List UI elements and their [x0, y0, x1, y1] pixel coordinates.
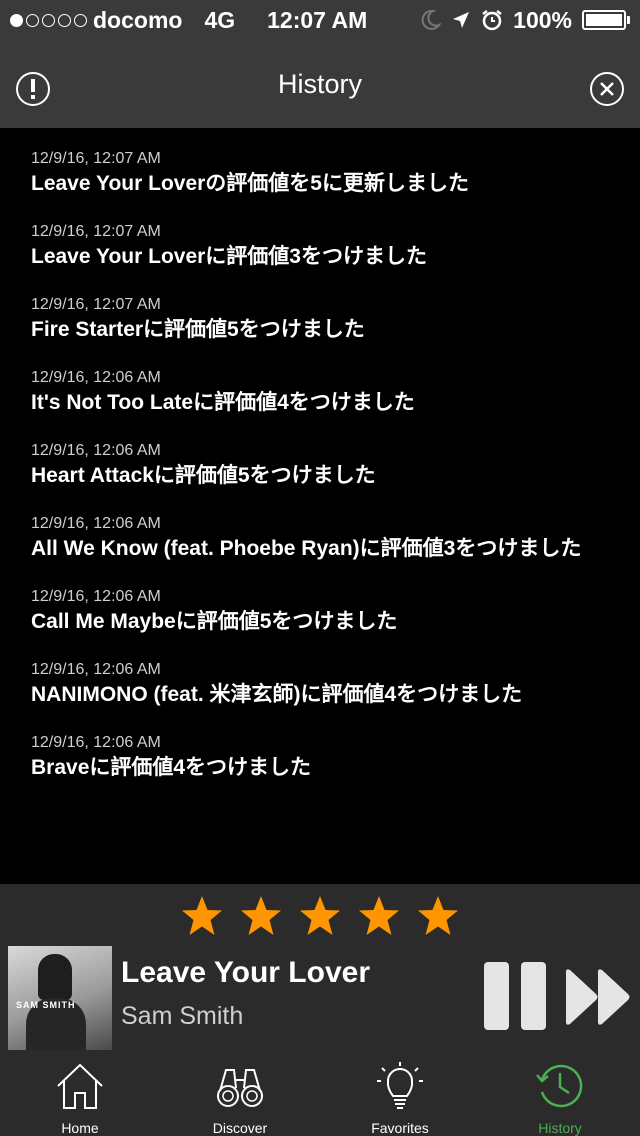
fast-forward-icon[interactable] — [562, 966, 634, 1028]
history-entry[interactable]: 12/9/16, 12:06 AM Heart Attackに評価値5をつけました — [31, 442, 616, 490]
tab-label: Discover — [212, 1120, 268, 1136]
signal-dot — [74, 13, 87, 27]
signal-strength-icon — [10, 13, 87, 27]
moon-icon — [421, 9, 442, 30]
star-icon[interactable] — [239, 894, 283, 938]
tab-home[interactable]: Home — [0, 1054, 160, 1136]
history-entry-date: 12/9/16, 12:06 AM — [31, 369, 161, 386]
rating-stars[interactable] — [0, 894, 640, 938]
status-time: 12:07 AM — [267, 6, 368, 33]
home-icon — [57, 1063, 103, 1109]
close-icon[interactable] — [590, 72, 624, 106]
history-entry-date: 12/9/16, 12:07 AM — [31, 150, 161, 167]
history-entry-date: 12/9/16, 12:06 AM — [31, 734, 161, 751]
location-arrow-icon — [453, 12, 470, 28]
star-icon[interactable] — [416, 894, 460, 938]
history-entry-date: 12/9/16, 12:06 AM — [31, 661, 161, 678]
tab-label: Favorites — [371, 1120, 429, 1136]
history-entry[interactable]: 12/9/16, 12:06 AM It's Not Too Lateに評価値4を… — [31, 369, 616, 417]
tab-label: Home — [61, 1120, 99, 1136]
tab-favorites[interactable]: Favorites — [320, 1054, 480, 1136]
lightbulb-icon — [377, 1062, 423, 1109]
page-title: History — [277, 68, 362, 99]
tab-label: History — [538, 1120, 582, 1136]
album-artwork[interactable]: SAM SMITH — [8, 946, 112, 1050]
history-entry[interactable]: 12/9/16, 12:06 AM Braveに評価値4をつけました — [31, 734, 616, 782]
track-title: Leave Your Lover — [121, 956, 370, 989]
history-entry-text: Call Me Maybeに評価値5をつけました — [31, 610, 398, 633]
signal-dot — [58, 13, 71, 27]
pause-icon — [484, 962, 509, 1030]
pause-button[interactable] — [484, 962, 546, 1032]
history-entry-text: NANIMONO (feat. 米津玄師)に評価値4をつけました — [31, 683, 523, 706]
album-art-label: SAM SMITH — [16, 1000, 76, 1010]
history-clock-icon — [536, 1064, 583, 1108]
history-entry-date: 12/9/16, 12:06 AM — [31, 515, 161, 532]
history-entry-date: 12/9/16, 12:07 AM — [31, 296, 161, 313]
status-bar: docomo 4G 12:07 AM 100% — [0, 0, 640, 40]
history-entry[interactable]: 12/9/16, 12:06 AM All We Know (feat. Phoe… — [31, 515, 616, 563]
tab-bar: Home Discover Favorites History — [0, 1054, 640, 1136]
navigation-bar: History — [0, 40, 640, 128]
alarm-clock-icon — [482, 10, 502, 31]
history-entry-text: It's Not Too Lateに評価値4をつけました — [31, 391, 415, 414]
carrier-name: docomo — [93, 6, 183, 33]
history-entry-text: Fire Starterに評価値5をつけました — [31, 318, 365, 341]
star-icon[interactable] — [357, 894, 401, 938]
history-entry-date: 12/9/16, 12:06 AM — [31, 442, 161, 459]
history-entry[interactable]: 12/9/16, 12:06 AM NANIMONO (feat. 米津玄師)に評… — [31, 661, 616, 709]
signal-dot — [26, 13, 39, 27]
history-entry-text: Heart Attackに評価値5をつけました — [31, 464, 376, 487]
star-icon[interactable] — [180, 894, 224, 938]
now-playing-panel: SAM SMITH Leave Your Lover Sam Smith — [0, 884, 640, 1054]
tab-discover[interactable]: Discover — [160, 1054, 320, 1136]
history-entry[interactable]: 12/9/16, 12:07 AM Leave Your Loverの評価値を5に… — [31, 150, 616, 198]
history-entry-text: Braveに評価値4をつけました — [31, 756, 312, 779]
history-list[interactable]: 12/9/16, 12:07 AM Leave Your Loverの評価値を5に… — [0, 128, 640, 884]
history-entry-text: Leave Your Loverに評価値3をつけました — [31, 245, 427, 268]
info-icon[interactable] — [16, 72, 50, 106]
history-entry[interactable]: 12/9/16, 12:06 AM Call Me Maybeに評価値5をつけまし… — [31, 588, 616, 636]
network-type: 4G — [204, 6, 236, 33]
track-artist: Sam Smith — [121, 1002, 244, 1030]
history-entry-text: All We Know (feat. Phoebe Ryan)に評価値3をつけま… — [31, 537, 582, 560]
history-entry[interactable]: 12/9/16, 12:07 AM Leave Your Loverに評価値3をつ… — [31, 223, 616, 271]
binoculars-icon — [217, 1069, 263, 1107]
battery-icon — [582, 10, 630, 30]
history-entry[interactable]: 12/9/16, 12:07 AM Fire Starterに評価値5をつけました — [31, 296, 616, 344]
battery-percentage: 100% — [513, 6, 572, 33]
signal-dot — [42, 13, 55, 27]
tab-history[interactable]: History — [480, 1054, 640, 1136]
signal-dot — [10, 13, 23, 27]
history-entry-date: 12/9/16, 12:06 AM — [31, 588, 161, 605]
star-icon[interactable] — [298, 894, 342, 938]
history-entry-date: 12/9/16, 12:07 AM — [31, 223, 161, 240]
history-entry-text: Leave Your Loverの評価値を5に更新しました — [31, 172, 469, 195]
